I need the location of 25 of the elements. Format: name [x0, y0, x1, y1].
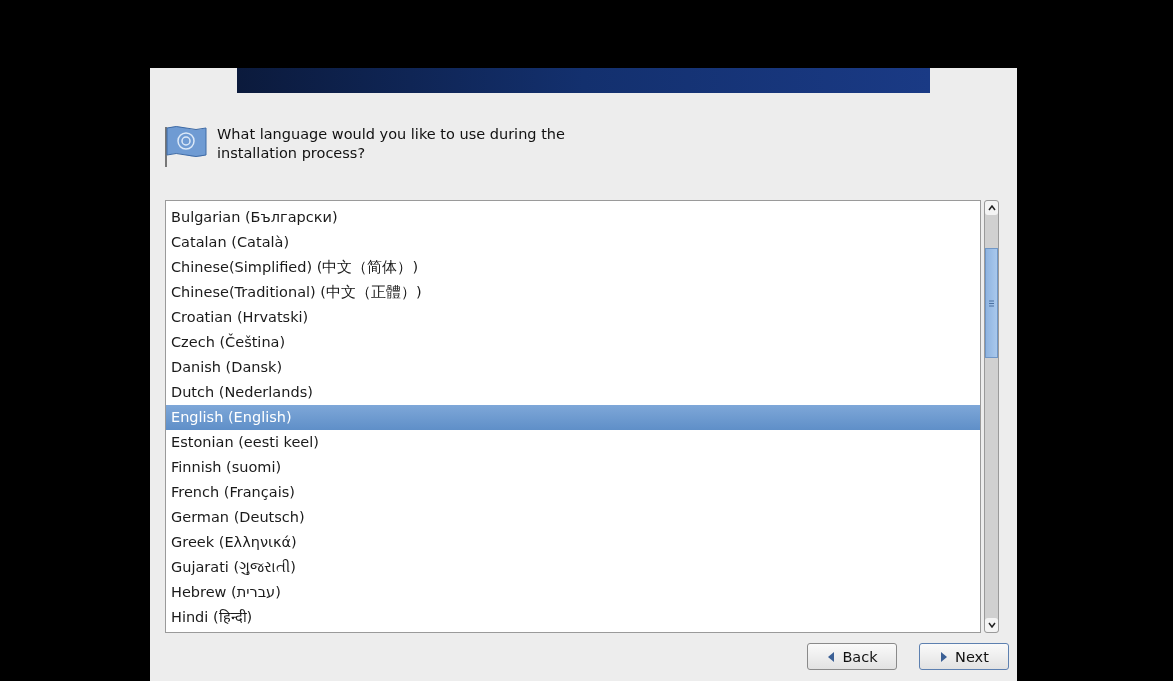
language-item[interactable]: Bulgarian (Български) — [166, 205, 980, 230]
language-item[interactable]: Danish (Dansk) — [166, 355, 980, 380]
next-button[interactable]: Next — [919, 643, 1009, 670]
language-item[interactable]: Catalan (Català) — [166, 230, 980, 255]
language-item[interactable]: Chinese(Simplified) (中文（简体）) — [166, 255, 980, 280]
language-item[interactable]: Chinese(Traditional) (中文（正體）) — [166, 280, 980, 305]
scroll-up-icon[interactable] — [985, 201, 998, 215]
language-item[interactable]: German (Deutsch) — [166, 505, 980, 530]
language-item[interactable]: Greek (Ελληνικά) — [166, 530, 980, 555]
language-item[interactable]: Hindi (हिन्दी) — [166, 605, 980, 630]
back-button[interactable]: Back — [807, 643, 897, 670]
question-text: What language would you like to use during the installation process? — [217, 125, 566, 163]
language-item[interactable]: Croatian (Hrvatski) — [166, 305, 980, 330]
left-arrow-icon — [826, 650, 837, 663]
language-item[interactable]: Gujarati (ગુજરાતી) — [166, 555, 980, 580]
language-item[interactable]: French (Français) — [166, 480, 980, 505]
scrollbar[interactable] — [984, 200, 999, 633]
language-item[interactable]: Estonian (eesti keel) — [166, 430, 980, 455]
language-item[interactable]: Czech (Čeština) — [166, 330, 980, 355]
flag-icon — [164, 125, 207, 167]
language-item[interactable]: Dutch (Nederlands) — [166, 380, 980, 405]
language-item[interactable]: Hebrew (עברית) — [166, 580, 980, 605]
scroll-thumb[interactable] — [985, 248, 998, 358]
language-item[interactable]: Finnish (suomi) — [166, 455, 980, 480]
scroll-down-icon[interactable] — [985, 618, 998, 632]
